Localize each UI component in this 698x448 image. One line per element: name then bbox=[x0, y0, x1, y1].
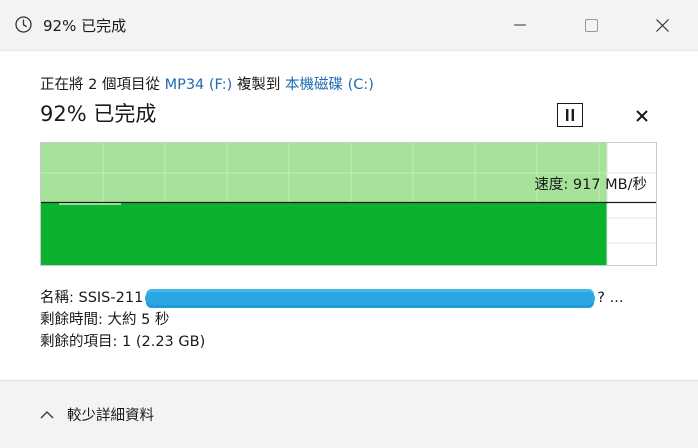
pause-icon bbox=[566, 109, 574, 121]
less-details-toggle[interactable]: 較少詳細資料 bbox=[40, 404, 154, 425]
maximize-icon bbox=[584, 18, 598, 32]
copy-prefix: 正在將 2 個項目從 bbox=[40, 77, 165, 93]
items-remaining: 剩餘的項目: 1 (2.23 GB) bbox=[40, 334, 206, 350]
progress-title: 92% 已完成 bbox=[40, 102, 157, 126]
title-bar: 92% 已完成 bbox=[0, 0, 698, 50]
speed-label: 速度: 917 MB/秒 bbox=[534, 177, 647, 193]
footer: 較少詳細資料 bbox=[0, 380, 698, 448]
redaction-mark bbox=[145, 291, 596, 305]
time-remaining: 剩餘時間: 大約 5 秒 bbox=[40, 312, 170, 328]
file-name-row: 名稱: SSIS-211 ? ... bbox=[40, 287, 623, 309]
details-section: 名稱: SSIS-211 ? ... 剩餘時間: 大約 5 秒 剩餘的項目: 1 … bbox=[40, 287, 623, 353]
minimize-button[interactable] bbox=[492, 0, 548, 50]
file-name-label: 名稱: bbox=[40, 290, 74, 306]
close-icon bbox=[655, 18, 669, 32]
file-name-prefix: SSIS-211 bbox=[78, 290, 144, 306]
maximize-button[interactable] bbox=[563, 0, 619, 50]
file-name-suffix: ? ... bbox=[597, 290, 624, 306]
pause-button[interactable] bbox=[557, 103, 583, 127]
window-close-button[interactable] bbox=[634, 0, 690, 50]
copy-progress-panel: 正在將 2 個項目從 MP34 (F:) 複製到 本機磁碟 (C:) 92% 已… bbox=[0, 50, 698, 380]
source-link[interactable]: MP34 (F:) bbox=[165, 77, 233, 93]
speed-graph: 速度: 917 MB/秒 bbox=[40, 142, 657, 266]
clock-icon bbox=[15, 16, 32, 33]
copy-middle: 複製到 bbox=[232, 77, 286, 93]
chevron-up-icon bbox=[40, 410, 54, 418]
close-icon bbox=[636, 110, 648, 122]
speed-graph-chart bbox=[41, 143, 656, 265]
minimize-icon bbox=[514, 24, 526, 26]
less-details-label: 較少詳細資料 bbox=[67, 408, 154, 424]
destination-link[interactable]: 本機磁碟 (C:) bbox=[285, 77, 374, 93]
cancel-button[interactable] bbox=[633, 107, 651, 125]
copy-description: 正在將 2 個項目從 MP34 (F:) 複製到 本機磁碟 (C:) bbox=[40, 73, 374, 94]
window-title: 92% 已完成 bbox=[43, 17, 127, 35]
speed-history-area bbox=[41, 203, 607, 265]
